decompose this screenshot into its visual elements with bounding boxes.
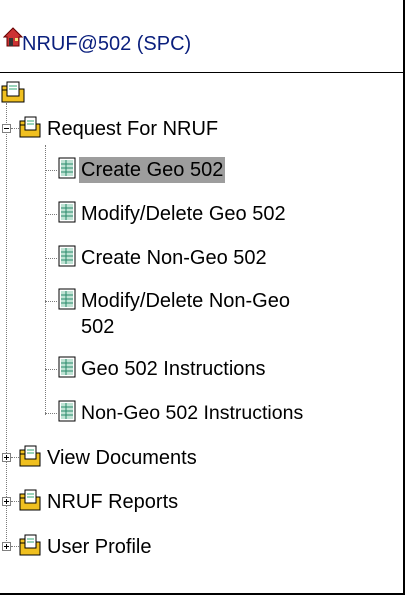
- folder-label: Request For NRUF: [47, 118, 219, 140]
- folder-label: View Documents: [47, 447, 197, 469]
- document-icon: [58, 356, 76, 378]
- item-label: Geo 502 Instructions: [81, 358, 266, 380]
- folder-label: User Profile: [47, 536, 152, 558]
- tree-item-modify-non-geo[interactable]: Modify/Delete Non-Geo 502: [57, 288, 323, 340]
- navigation-frame: NRUF@502 (SPC) Request For NRUF Create G…: [0, 0, 405, 595]
- tree-item-non-geo-instructions[interactable]: Non-Geo 502 Instructions: [57, 400, 305, 426]
- item-label: Create Non-Geo 502: [81, 247, 267, 269]
- tree-line: [45, 214, 57, 215]
- item-label: Modify/Delete Non-Geo 502: [81, 290, 290, 338]
- folder-icon: [19, 489, 41, 511]
- tree-line: [11, 546, 19, 547]
- item-label: Modify/Delete Geo 502: [81, 203, 286, 225]
- expand-toggle[interactable]: [2, 497, 11, 506]
- tree-line: [45, 413, 57, 414]
- tree-folder-nruf-reports[interactable]: NRUF Reports: [19, 489, 180, 515]
- expand-toggle[interactable]: [2, 453, 11, 462]
- tree-line: [45, 369, 57, 370]
- tree-item-geo-instructions[interactable]: Geo 502 Instructions: [57, 356, 268, 382]
- tree-line: [11, 457, 19, 458]
- tree-item-modify-geo[interactable]: Modify/Delete Geo 502: [57, 201, 288, 227]
- divider: [0, 72, 403, 73]
- header: NRUF@502 (SPC): [0, 0, 403, 60]
- tree-line: [45, 170, 57, 171]
- tree-folder-view-documents[interactable]: View Documents: [19, 445, 199, 471]
- document-icon: [58, 201, 76, 223]
- root-folder-icon[interactable]: [1, 81, 27, 103]
- folder-icon: [19, 534, 41, 556]
- home-icon[interactable]: [3, 27, 23, 47]
- app-title-link[interactable]: NRUF@502 (SPC): [22, 33, 191, 56]
- document-icon: [58, 400, 76, 422]
- tree-line: [45, 145, 46, 415]
- tree-line: [11, 128, 19, 129]
- tree-line: [45, 301, 57, 302]
- folder-icon: [19, 116, 41, 138]
- tree-item-create-geo[interactable]: Create Geo 502: [57, 157, 226, 183]
- document-icon: [58, 245, 76, 267]
- tree-line: [6, 103, 7, 547]
- tree-folder-user-profile[interactable]: User Profile: [19, 534, 153, 560]
- tree-line: [45, 258, 57, 259]
- folder-icon: [19, 445, 41, 467]
- tree-item-create-non-geo[interactable]: Create Non-Geo 502: [57, 245, 269, 271]
- tree-folder-request[interactable]: Request For NRUF: [19, 116, 220, 142]
- item-label: Create Geo 502: [79, 157, 226, 183]
- expand-toggle[interactable]: [2, 542, 11, 551]
- collapse-toggle[interactable]: [2, 124, 11, 133]
- document-icon: [58, 157, 76, 179]
- document-icon: [58, 288, 76, 310]
- folder-label: NRUF Reports: [47, 491, 179, 513]
- tree-line: [11, 501, 19, 502]
- item-label: Non-Geo 502 Instructions: [81, 402, 304, 424]
